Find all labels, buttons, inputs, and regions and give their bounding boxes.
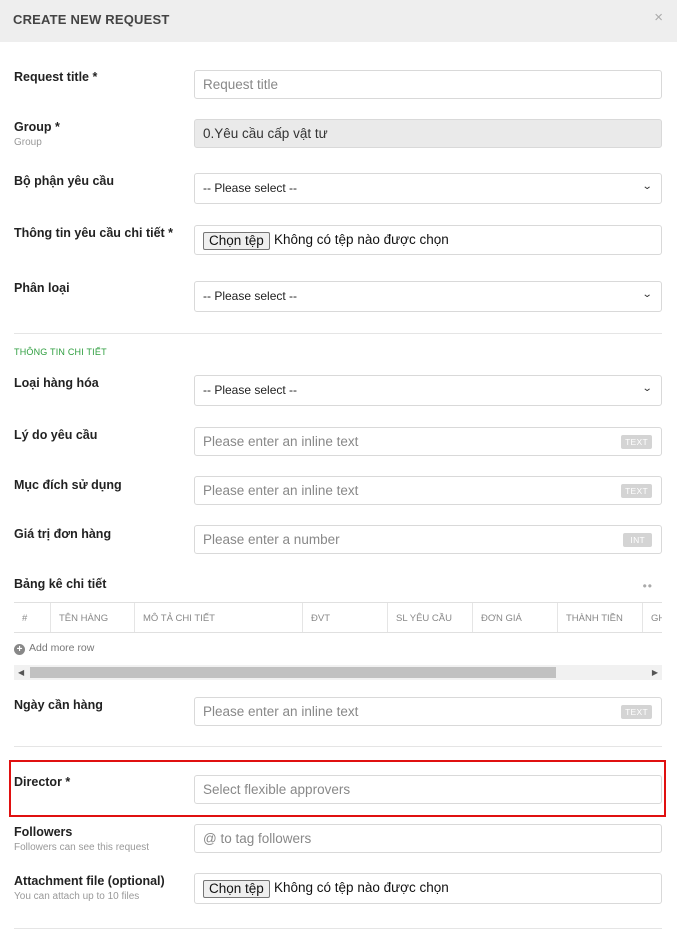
chevron-down-icon: ⌄: [641, 181, 653, 192]
group-value: 0.Yêu cầu cấp vật tư: [203, 126, 328, 141]
choose-file-button[interactable]: Chọn tệp: [203, 880, 270, 898]
text-type-badge: TEXT: [621, 435, 652, 449]
divider: [14, 928, 662, 929]
request-title-placeholder: Request title: [203, 77, 279, 92]
category-select[interactable]: -- Please select -- ⌄: [194, 281, 662, 312]
reason-label: Lý do yêu cầu: [14, 428, 98, 442]
scroll-left-icon[interactable]: ◀: [18, 668, 24, 677]
need-date-input[interactable]: Please enter an inline text TEXT: [194, 697, 662, 726]
scroll-thumb[interactable]: [30, 667, 556, 678]
section-title: THÔNG TIN CHI TIẾT: [14, 347, 107, 357]
followers-sublabel: Followers can see this request: [14, 842, 150, 853]
reason-placeholder: Please enter an inline text: [203, 434, 359, 449]
followers-label: Followers: [14, 825, 73, 839]
request-title-input[interactable]: Request title: [194, 70, 662, 99]
table-col-header: ĐƠN GIÁ: [473, 603, 558, 632]
table-col-header: TÊN HÀNG: [51, 603, 135, 632]
table-col-header: ĐVT: [303, 603, 388, 632]
plus-circle-icon: +: [14, 644, 25, 655]
group-sublabel: Group: [14, 137, 42, 148]
table-col-header: #: [14, 603, 51, 632]
table-header: # TÊN HÀNG MÔ TẢ CHI TIẾT ĐVT SL YÊU CẦU…: [14, 602, 662, 633]
text-type-badge: TEXT: [621, 484, 652, 498]
divider: [14, 746, 662, 747]
add-row-label: Add more row: [29, 642, 95, 654]
order-value-placeholder: Please enter a number: [203, 532, 340, 547]
goods-type-value: -- Please select --: [203, 383, 298, 397]
order-value-label: Giá trị đơn hàng: [14, 527, 112, 541]
more-icon[interactable]: ••: [643, 579, 653, 593]
detail-info-file-field: Chọn tệp Không có tệp nào được chọn: [194, 225, 662, 255]
department-value: -- Please select --: [203, 181, 298, 195]
table-col-header: MÔ TẢ CHI TIẾT: [135, 603, 303, 632]
department-select[interactable]: -- Please select -- ⌄: [194, 173, 662, 204]
attachment-label: Attachment file (optional): [14, 874, 165, 888]
dialog-header: CREATE NEW REQUEST ×: [0, 0, 677, 42]
close-icon[interactable]: ×: [654, 9, 663, 26]
category-label: Phân loại: [14, 281, 70, 295]
text-type-badge: TEXT: [621, 705, 652, 719]
need-date-placeholder: Please enter an inline text: [203, 704, 359, 719]
file-status: Không có tệp nào được chọn: [274, 880, 449, 895]
choose-file-button[interactable]: Chọn tệp: [203, 232, 270, 250]
followers-placeholder: @ to tag followers: [203, 831, 312, 846]
chevron-down-icon: ⌄: [641, 383, 653, 394]
director-placeholder: Select flexible approvers: [203, 782, 351, 797]
attachment-sublabel: You can attach up to 10 files: [14, 891, 140, 902]
reason-input[interactable]: Please enter an inline text TEXT: [194, 427, 662, 456]
director-approver-input[interactable]: Select flexible approvers: [194, 775, 662, 804]
request-title-label: Request title *: [14, 70, 98, 84]
divider: [14, 333, 662, 334]
group-field: 0.Yêu cầu cấp vật tư: [194, 119, 662, 148]
chevron-down-icon: ⌄: [641, 289, 653, 300]
group-label: Group *: [14, 120, 60, 134]
category-value: -- Please select --: [203, 289, 298, 303]
int-type-badge: INT: [623, 533, 652, 547]
director-label: Director *: [14, 775, 71, 789]
table-col-header: SL YÊU CẦU: [388, 603, 473, 632]
goods-type-select[interactable]: -- Please select -- ⌄: [194, 375, 662, 406]
table-scrollbar[interactable]: ◀ ▶: [14, 665, 662, 680]
order-value-input[interactable]: Please enter a number INT: [194, 525, 662, 554]
department-label: Bộ phận yêu cầu: [14, 174, 115, 188]
purpose-input[interactable]: Please enter an inline text TEXT: [194, 476, 662, 505]
goods-type-label: Loại hàng hóa: [14, 376, 99, 390]
dialog-title: CREATE NEW REQUEST: [13, 12, 170, 27]
attachment-file-field: Chọn tệp Không có tệp nào được chọn: [194, 873, 662, 904]
table-label: Bảng kê chi tiết: [14, 577, 107, 591]
purpose-label: Mục đích sử dụng: [14, 478, 122, 492]
file-status: Không có tệp nào được chọn: [274, 232, 449, 247]
need-date-label: Ngày cần hàng: [14, 698, 103, 712]
table-col-header: THÀNH TIỀN: [558, 603, 643, 632]
purpose-placeholder: Please enter an inline text: [203, 483, 359, 498]
scroll-right-icon[interactable]: ▶: [652, 668, 658, 677]
detail-info-label: Thông tin yêu cầu chi tiết *: [14, 226, 174, 240]
table-col-header: GH: [651, 613, 662, 624]
followers-input[interactable]: @ to tag followers: [194, 824, 662, 853]
add-row-button[interactable]: + Add more row: [14, 642, 94, 655]
